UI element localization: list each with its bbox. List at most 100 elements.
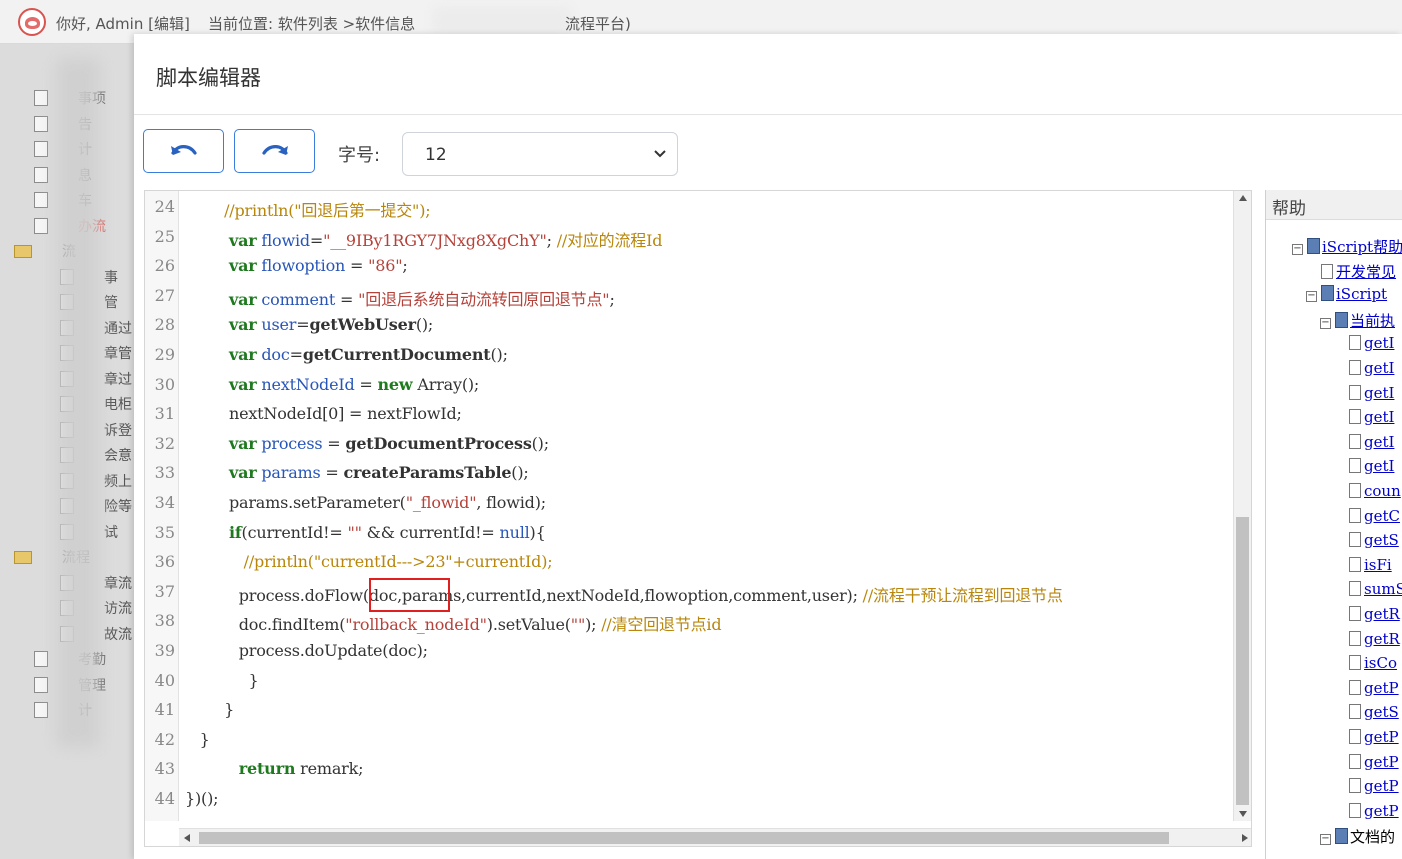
collapse-icon[interactable]: − <box>1306 291 1317 303</box>
help-tree-label[interactable]: isCo <box>1364 654 1397 672</box>
breadcrumb: 当前位置: 软件列表 >软件信息 <box>208 15 416 33</box>
help-tree-item[interactable]: getP <box>1349 679 1399 697</box>
undo-button[interactable] <box>143 129 224 173</box>
help-tree-item[interactable]: getS <box>1349 703 1399 721</box>
help-tree-label[interactable]: sumS <box>1364 580 1402 598</box>
code-line[interactable]: return remark; <box>185 759 364 778</box>
code-line[interactable]: var flowoption = "86"; <box>185 256 408 275</box>
help-tree-label[interactable]: getR <box>1364 630 1400 648</box>
help-tree-item[interactable]: getP <box>1349 802 1399 820</box>
help-tree-label[interactable]: getP <box>1364 777 1399 795</box>
help-tree-label[interactable]: 当前执 <box>1350 312 1395 330</box>
help-tree-item[interactable]: getP <box>1349 777 1399 795</box>
help-tree-item[interactable]: getP <box>1349 728 1399 746</box>
help-tree-item[interactable]: 开发常见 <box>1321 261 1396 282</box>
code-line[interactable]: var user=getWebUser(); <box>185 315 433 334</box>
help-tree-item[interactable]: getI <box>1349 457 1394 475</box>
help-tree-item[interactable]: isCo <box>1349 654 1397 672</box>
help-tree-label[interactable]: getI <box>1364 433 1394 451</box>
horizontal-scrollbar[interactable] <box>179 828 1251 846</box>
help-tree-item[interactable]: getR <box>1349 630 1400 648</box>
help-tree-label[interactable]: getS <box>1364 703 1399 721</box>
help-tree-item[interactable]: sumS <box>1349 580 1402 598</box>
help-tree-label[interactable]: getS <box>1364 531 1399 549</box>
help-tree-item[interactable]: getS <box>1349 531 1399 549</box>
scroll-left-icon[interactable] <box>184 834 190 842</box>
help-tree-item[interactable]: getI <box>1349 334 1394 352</box>
code-line[interactable]: })(); <box>185 789 219 808</box>
line-number: 25 <box>154 226 175 246</box>
code-line[interactable]: params.setParameter("_flowid", flowid); <box>185 493 546 512</box>
code-line[interactable]: } <box>185 700 234 719</box>
help-tree-item[interactable]: − iScript帮助 <box>1292 236 1402 257</box>
help-tree-label[interactable]: getC <box>1364 507 1400 525</box>
help-tree-label[interactable]: getI <box>1364 384 1394 402</box>
code-line[interactable]: var flowid="__9IBy1RGY7JNxg8XgChY"; //对应… <box>185 227 662 251</box>
nav-tree-label: 试 <box>104 524 118 541</box>
document-icon <box>1349 532 1361 548</box>
help-tree-item[interactable]: getC <box>1349 507 1400 525</box>
help-tree-label[interactable]: getR <box>1364 605 1400 623</box>
help-tree-item[interactable]: getI <box>1349 384 1394 402</box>
code-line[interactable]: } <box>185 671 259 690</box>
code-line[interactable]: var process = getDocumentProcess(); <box>185 434 549 453</box>
document-icon <box>1349 507 1361 523</box>
dialog-divider <box>134 114 1402 115</box>
vertical-scrollbar[interactable] <box>1233 191 1251 821</box>
code-line[interactable]: doc.findItem("rollback_nodeId").setValue… <box>185 611 722 635</box>
help-tree-item[interactable]: − 文档的 <box>1320 826 1395 847</box>
help-tree-item[interactable]: getI <box>1349 408 1394 426</box>
scroll-down-icon[interactable] <box>1239 811 1247 817</box>
help-tree-item[interactable]: getI <box>1349 433 1394 451</box>
scroll-right-icon[interactable] <box>1242 834 1248 842</box>
scroll-up-icon[interactable] <box>1239 195 1247 201</box>
collapse-icon[interactable]: − <box>1292 244 1303 255</box>
line-number: 31 <box>154 404 175 424</box>
highlight-box <box>369 578 450 612</box>
document-icon <box>34 676 48 693</box>
help-tree-label[interactable]: 开发常见 <box>1336 263 1396 281</box>
code-line[interactable]: } <box>185 730 210 749</box>
help-tree-label[interactable]: isFi <box>1364 556 1392 574</box>
help-tree-item[interactable]: isFi <box>1349 556 1392 574</box>
help-tree-label[interactable]: getP <box>1364 679 1399 697</box>
help-tree-label[interactable]: getI <box>1364 457 1394 475</box>
help-tree-label[interactable]: coun <box>1364 482 1401 500</box>
document-icon <box>34 217 48 234</box>
help-tree-label[interactable]: getP <box>1364 753 1399 771</box>
code-line[interactable]: process.doFlow(doc,params,currentId,next… <box>185 582 1063 606</box>
user-greeting[interactable]: 你好, Admin [编辑] <box>56 13 190 34</box>
code-line[interactable]: var doc=getCurrentDocument(); <box>185 345 508 364</box>
nav-tree-label: 故流 <box>104 626 132 643</box>
help-tree-label[interactable]: getI <box>1364 408 1394 426</box>
help-tree-item[interactable]: getI <box>1349 359 1394 377</box>
vertical-scroll-thumb[interactable] <box>1236 517 1249 805</box>
code-editor[interactable]: 24 25 26 27 28 29 30 31 32 33 34 35 36 37 38 39 40 41 42 43… <box>144 190 1252 847</box>
help-tree-item[interactable]: − iScript <box>1306 285 1387 303</box>
horizontal-scroll-thumb[interactable] <box>199 832 1169 844</box>
help-tree-label[interactable]: iScript帮助 <box>1322 238 1402 256</box>
code-line[interactable]: var comment = "回退后系统自动流转回原回退节点"; <box>185 286 615 310</box>
help-tree-label[interactable]: getI <box>1364 359 1394 377</box>
nav-tree-label: 通过 <box>104 320 132 337</box>
help-tree-item[interactable]: coun <box>1349 482 1401 500</box>
help-tree-label[interactable]: iScript <box>1336 285 1387 303</box>
help-tree-item[interactable]: − 当前执 <box>1320 310 1395 331</box>
collapse-icon[interactable]: − <box>1320 834 1331 846</box>
code-line[interactable]: process.doUpdate(doc); <box>185 641 428 660</box>
help-tree-label[interactable]: getI <box>1364 334 1394 352</box>
code-line[interactable]: //println("currentId--->23"+currentId); <box>185 552 553 571</box>
help-tree-item[interactable]: getR <box>1349 605 1400 623</box>
code-line[interactable]: //println("回退后第一提交"); <box>185 197 431 221</box>
code-line[interactable]: if(currentId!= "" && currentId!= null){ <box>185 523 546 542</box>
code-line[interactable]: var params = createParamsTable(); <box>185 463 529 482</box>
redo-button[interactable] <box>234 129 315 173</box>
help-tree-label[interactable]: getP <box>1364 728 1399 746</box>
collapse-icon[interactable]: − <box>1320 317 1331 329</box>
help-tree-label[interactable]: getP <box>1364 802 1399 820</box>
font-size-select[interactable]: 12 <box>402 132 678 176</box>
avatar[interactable] <box>18 8 46 36</box>
code-line[interactable]: var nextNodeId = new Array(); <box>185 375 479 394</box>
code-line[interactable]: nextNodeId[0] = nextFlowId; <box>185 404 462 423</box>
help-tree-item[interactable]: getP <box>1349 753 1399 771</box>
